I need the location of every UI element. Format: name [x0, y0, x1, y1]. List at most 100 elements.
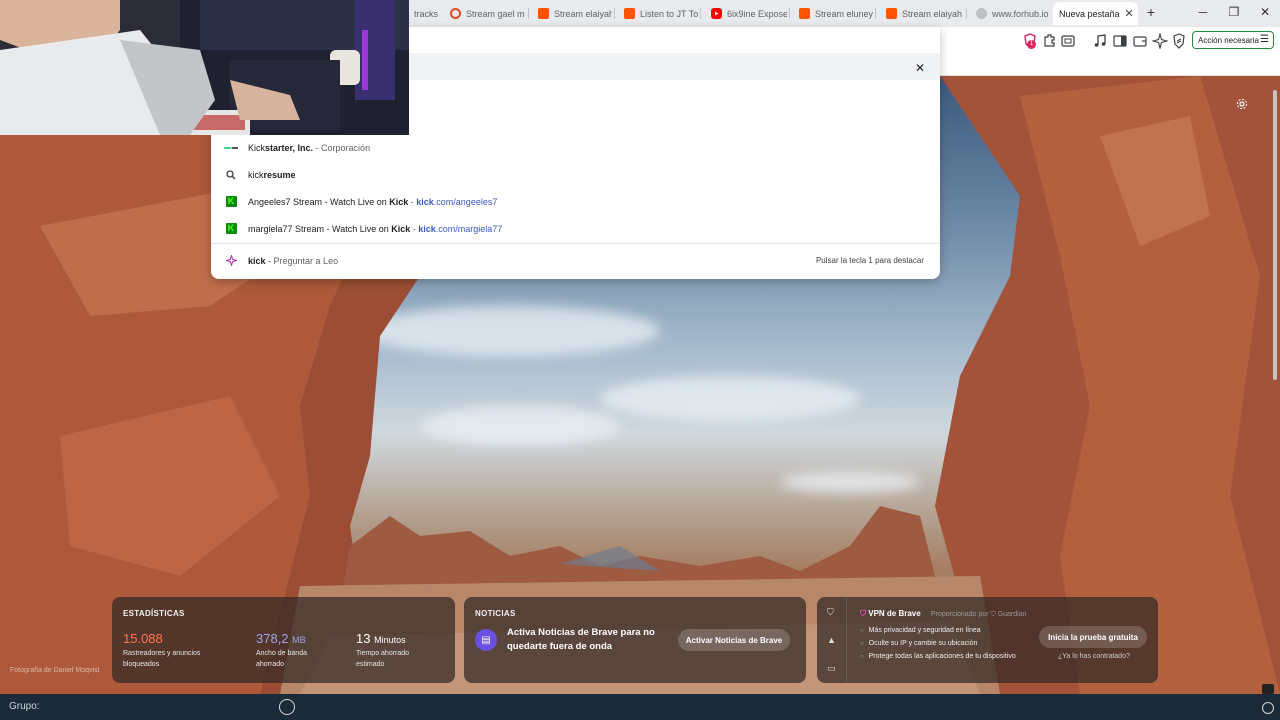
vpn-card: ⛉ ▲ ▭ ⛉ VPN de Brave Proporcionado por ⛉… [817, 597, 1158, 683]
action-needed-button[interactable]: Acción necesaria ☰ [1192, 31, 1274, 49]
tab-stream-elaiyah-2[interactable]: Stream elaiyah [880, 2, 964, 25]
soundcloud-icon [799, 8, 810, 19]
target-icon [450, 8, 461, 19]
leo-hint: Pulsar la tecla 1 para destacar [815, 256, 924, 265]
action-needed-label: Acción necesaria [1198, 35, 1259, 45]
shield-icon[interactable]: ⛉ [827, 607, 837, 617]
tab-label: 6ix9ine Expose [727, 8, 787, 19]
wallet-icon[interactable] [1132, 33, 1148, 49]
suggestion-margiela77[interactable]: K margiela77 Stream - Watch Live on Kick… [211, 215, 940, 242]
search-icon [224, 168, 238, 182]
vpn-title: ⛉ VPN de Brave Proporcionado por ⛉ Guard… [860, 609, 1027, 618]
vpn-bullet: Protege todas las aplicaciones de tu dis… [860, 653, 1016, 660]
newspaper-icon: ▤ [475, 629, 497, 651]
tab-stream-elaiyah[interactable]: Stream elaiyah [532, 2, 612, 25]
group-label: Grupo: [9, 701, 40, 712]
bandwidth-value: 378,2 MB [256, 631, 306, 646]
video-icon[interactable]: ▭ [827, 663, 837, 673]
tab-label: tracks [414, 8, 439, 19]
tab-label: Nueva pestaña [1059, 8, 1120, 19]
globe-icon [976, 8, 987, 19]
stats-title: ESTADÍSTICAS [123, 609, 185, 618]
activate-news-button[interactable]: Activar Noticias de Brave [678, 629, 790, 651]
new-tab-button[interactable]: + [1141, 4, 1161, 20]
bandwidth-label: Ancho de banda ahorrado [256, 650, 307, 668]
suggestion-bold: resume [263, 169, 296, 180]
leo-sparkle-icon [224, 254, 238, 268]
tab-nueva-pestana[interactable]: Nueva pestaña ✕ [1053, 2, 1138, 25]
suggestion-angeeles7[interactable]: K Angeeles7 Stream - Watch Live on Kick … [211, 188, 940, 215]
scrollbar[interactable] [1272, 80, 1278, 380]
close-icon[interactable]: ✕ [915, 61, 927, 75]
vpn-provider: Proporcionado por [930, 611, 989, 618]
suggestion-bold: Kick [389, 196, 409, 207]
kick-icon: K [224, 222, 238, 236]
suggestion-prefix: margiela77 Stream - Watch Live on [248, 223, 392, 234]
minimize-icon[interactable]: ─ [1193, 5, 1213, 19]
music-note-icon[interactable] [1092, 33, 1108, 49]
suggestion-bold: starter, Inc. [265, 142, 314, 153]
suggestion-url-bold: kick [416, 196, 434, 207]
suggestion-url: .com/angeeles7 [433, 196, 498, 207]
tab-label: Stream elaiyah [554, 8, 612, 19]
leo-label: Preguntar a Leo [273, 255, 339, 266]
menu-icon: ☰ [1260, 34, 1269, 45]
app-circle-icon[interactable] [279, 699, 295, 715]
shields-badge: 1 [1027, 40, 1036, 49]
tab-forhub[interactable]: www.forhub.io [970, 2, 1050, 25]
triangle-icon[interactable]: ▲ [827, 635, 837, 645]
suggestion-sep: - [313, 142, 322, 153]
suggestion-prefix: kick [248, 169, 264, 180]
tab-listen-jt[interactable]: Listen to JT To [618, 2, 698, 25]
taskbar: Grupo: [0, 684, 1280, 720]
trackers-label: Rastreadores y anuncios bloqueados [123, 650, 201, 668]
settings-circle-icon[interactable] [1262, 702, 1274, 714]
scrollbar-thumb[interactable] [1273, 90, 1277, 380]
extensions-icon[interactable] [1041, 33, 1057, 49]
vpn-provider-name: Guardian [997, 611, 1027, 618]
widget-switcher: ⛉ ▲ ▭ [817, 597, 847, 683]
tab-tracks[interactable]: tracks [408, 2, 440, 25]
time-label: Tiempo ahorrado estimado [356, 650, 410, 668]
tab-6ix9ine[interactable]: 6ix9ine Expose [705, 2, 787, 25]
news-text: Activa Noticias de Brave para no quedart… [507, 627, 655, 652]
restore-icon[interactable]: ❐ [1224, 5, 1244, 19]
suggestion-ask-leo[interactable]: kick - Preguntar a Leo Pulsar la tecla 1… [211, 247, 940, 274]
vpn-icon[interactable] [1171, 33, 1187, 49]
leo-query: kick [248, 255, 266, 266]
suggestion-url: .com/margiela77 [435, 223, 503, 234]
suggestion-prefix: Kick [248, 142, 266, 153]
vpn-logo-icon: ⛉ [860, 609, 866, 618]
tab-label: Listen to JT To [640, 8, 698, 19]
soundcloud-icon [886, 8, 897, 19]
tab-stream-gael[interactable]: Stream gael m [444, 2, 526, 25]
youtube-icon [711, 8, 722, 19]
tab-label: Stream elaiyah [902, 8, 963, 19]
news-title: NOTICIAS [475, 609, 516, 618]
tab-stream-eluney[interactable]: Stream eluney [793, 2, 873, 25]
suggestion-kickstarter[interactable]: Kickstarter, Inc. - Corporación [211, 134, 940, 161]
tab-label: Stream eluney [815, 8, 873, 19]
suggestion-bold: Kick [391, 223, 411, 234]
leo-ai-icon[interactable] [1150, 31, 1170, 51]
news-card: NOTICIAS ▤ Activa Noticias de Brave para… [464, 597, 806, 683]
tab-label: Stream gael m [466, 8, 525, 19]
mic-icon[interactable] [1262, 684, 1274, 694]
gear-icon[interactable] [1236, 98, 1248, 110]
tab-label: www.forhub.io [992, 8, 1049, 19]
trackers-value: 15.088 [123, 631, 163, 646]
suggestion-kickresume[interactable]: kickresume [211, 161, 940, 188]
close-window-icon[interactable]: ✕ [1255, 5, 1275, 19]
already-subscribed-link[interactable]: ¿Ya lo has contratado? [1058, 653, 1130, 660]
kick-icon: K [224, 195, 238, 209]
suggestion-prefix: Angeeles7 Stream - Watch Live on [248, 196, 390, 207]
screenshot-icon[interactable] [1060, 33, 1076, 49]
vpn-bullet: Oculte su IP y cambie su ubicación [860, 640, 978, 647]
time-value: 13 Minutos [356, 631, 406, 646]
suggestion-desc: Corporación [321, 142, 371, 153]
photo-credit: Fotografía de Daniel Moqvist [10, 667, 100, 674]
kickstarter-icon [224, 141, 238, 155]
start-trial-button[interactable]: Inicia la prueba gratuita [1039, 626, 1147, 648]
close-tab-icon[interactable]: ✕ [1125, 7, 1134, 20]
sidebar-icon[interactable] [1112, 33, 1128, 49]
